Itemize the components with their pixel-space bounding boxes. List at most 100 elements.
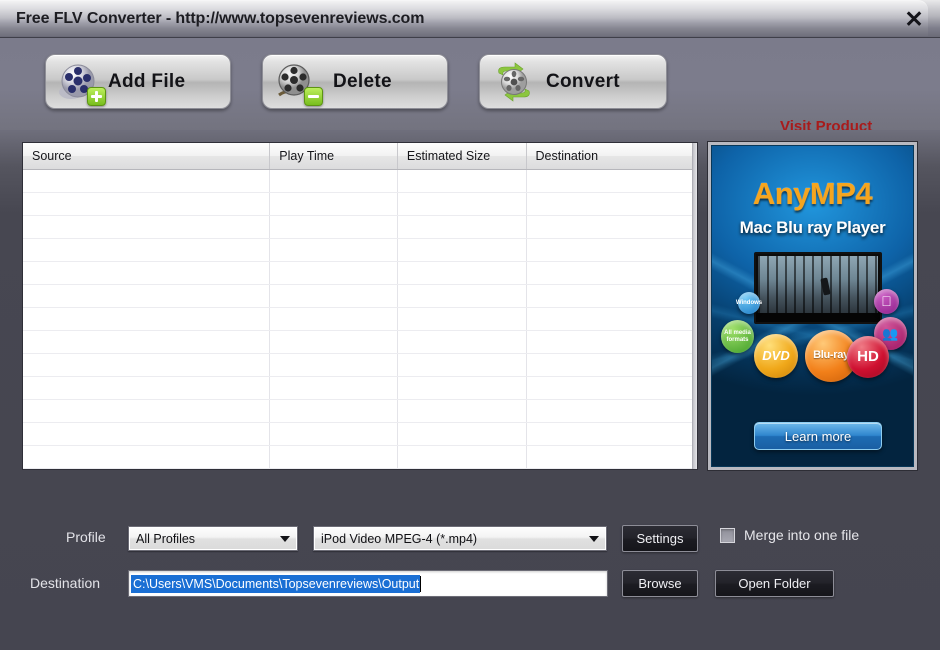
column-header-destination[interactable]: Destination [527, 143, 697, 169]
film-reel-plus-icon [58, 61, 106, 106]
table-cell [398, 400, 527, 422]
table-cell [398, 354, 527, 376]
merge-into-one-file-toggle[interactable]: Merge into one file [720, 527, 859, 543]
add-file-button[interactable]: Add File [45, 54, 231, 109]
table-cell [398, 170, 527, 192]
profile-category-value: All Profiles [136, 531, 196, 546]
table-cell [398, 423, 527, 445]
table-row[interactable] [23, 423, 697, 446]
convert-label: Convert [546, 70, 620, 92]
table-cell [527, 285, 697, 307]
profile-category-select[interactable]: All Profiles [128, 526, 298, 551]
table-row[interactable] [23, 285, 697, 308]
table-cell [270, 423, 398, 445]
ad-screen-mockup [754, 252, 882, 324]
ad-product-name: Mac Blu ray Player [739, 218, 886, 237]
table-cell [23, 308, 271, 330]
merge-checkbox[interactable] [720, 527, 735, 543]
destination-label: Destination [30, 575, 101, 591]
title-bar-strip: Free FLV Converter - http://www.topseven… [0, 0, 928, 36]
ad-screen-base [756, 313, 880, 322]
table-cell [398, 308, 527, 330]
settings-button[interactable]: Settings [622, 525, 698, 552]
column-header-source[interactable]: Source [23, 143, 271, 169]
table-scrollbar[interactable] [692, 143, 697, 469]
main-panel: Source Play Time Estimated Size Destinat… [0, 130, 940, 650]
profile-format-select[interactable]: iPod Video MPEG-4 (*.mp4) [313, 526, 607, 551]
delete-label: Delete [333, 70, 392, 92]
table-cell [527, 377, 697, 399]
column-header-estimated-size[interactable]: Estimated Size [398, 143, 527, 169]
table-cell [270, 446, 398, 468]
table-cell [23, 354, 271, 376]
film-reel-minus-icon [275, 61, 323, 106]
table-body [23, 170, 697, 469]
table-cell [23, 446, 271, 468]
table-cell [527, 400, 697, 422]
table-row[interactable] [23, 193, 697, 216]
table-cell [270, 331, 398, 353]
table-cell [527, 423, 697, 445]
table-row[interactable] [23, 400, 697, 423]
table-cell [270, 262, 398, 284]
table-cell [270, 193, 398, 215]
table-cell [527, 331, 697, 353]
table-cell [527, 170, 697, 192]
table-row[interactable] [23, 331, 697, 354]
plus-badge-icon [87, 87, 106, 106]
apple-badge-icon:  [874, 289, 899, 314]
column-header-play-time[interactable]: Play Time [270, 143, 398, 169]
open-folder-button[interactable]: Open Folder [715, 570, 834, 597]
app-window: Free FLV Converter - http://www.topseven… [0, 0, 940, 650]
table-row[interactable] [23, 239, 697, 262]
destination-value: C:\Users\VMS\Documents\Topsevenreviews\O… [131, 574, 421, 593]
table-cell [23, 423, 271, 445]
file-list-table[interactable]: Source Play Time Estimated Size Destinat… [22, 142, 698, 470]
table-cell [398, 331, 527, 353]
table-row[interactable] [23, 354, 697, 377]
table-cell [398, 262, 527, 284]
close-icon[interactable]: ✕ [898, 4, 930, 34]
hd-badge-icon: HD [847, 336, 889, 378]
table-cell [398, 239, 527, 261]
convert-recycle-icon [492, 61, 538, 105]
browse-button[interactable]: Browse [622, 570, 698, 597]
convert-button[interactable]: Convert [479, 54, 667, 109]
table-cell [23, 239, 271, 261]
table-row[interactable] [23, 170, 697, 193]
window-title: Free FLV Converter - http://www.topseven… [16, 10, 425, 27]
table-row[interactable] [23, 216, 697, 239]
table-cell [398, 285, 527, 307]
table-cell [527, 216, 697, 238]
chevron-down-icon [586, 535, 606, 542]
table-cell [23, 285, 271, 307]
table-header-row: Source Play Time Estimated Size Destinat… [23, 143, 697, 170]
table-cell [23, 216, 271, 238]
add-file-label: Add File [108, 70, 186, 92]
title-bar: Free FLV Converter - http://www.topseven… [0, 0, 940, 38]
table-row[interactable] [23, 446, 697, 469]
advertisement-panel[interactable]: AnyMP4 Mac Blu ray Player Windows All me… [707, 141, 918, 471]
table-cell [398, 193, 527, 215]
table-cell [23, 262, 271, 284]
merge-label: Merge into one file [744, 527, 860, 543]
table-cell [270, 354, 398, 376]
table-row[interactable] [23, 262, 697, 285]
table-cell [527, 239, 697, 261]
table-row[interactable] [23, 377, 697, 400]
ad-brand-title: AnyMP4 [752, 176, 873, 211]
table-cell [398, 216, 527, 238]
table-cell [270, 400, 398, 422]
table-row[interactable] [23, 308, 697, 331]
table-cell [527, 308, 697, 330]
destination-input[interactable]: C:\Users\VMS\Documents\Topsevenreviews\O… [128, 570, 608, 597]
table-cell [270, 308, 398, 330]
profile-format-value: iPod Video MPEG-4 (*.mp4) [321, 531, 478, 546]
delete-button[interactable]: Delete [262, 54, 448, 109]
table-cell [23, 193, 271, 215]
table-cell [270, 285, 398, 307]
learn-more-button[interactable]: Learn more [754, 422, 882, 450]
text-caret [420, 575, 422, 592]
table-cell [23, 377, 271, 399]
ad-inner: AnyMP4 Mac Blu ray Player Windows All me… [711, 145, 914, 467]
